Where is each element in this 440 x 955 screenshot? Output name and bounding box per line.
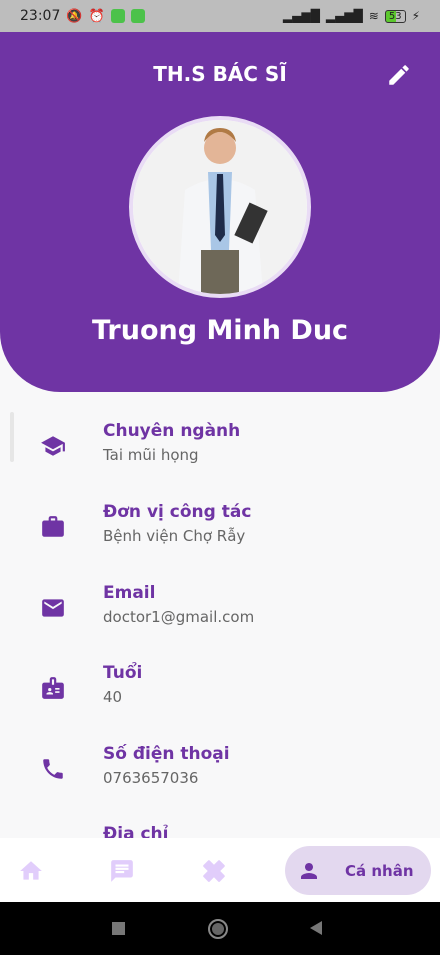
- id-badge-icon: [42, 677, 64, 699]
- item-value: Tai mũi họng: [103, 446, 199, 464]
- item-label: Tuổi: [103, 663, 143, 683]
- page-title: TH.S BÁC SĨ: [153, 62, 287, 86]
- back-button[interactable]: [310, 921, 322, 935]
- avatar: [129, 116, 311, 298]
- info-item-email: Email doctor1@gmail.com: [0, 583, 440, 643]
- battery-icon: 53: [384, 9, 406, 23]
- edit-icon[interactable]: [386, 62, 412, 88]
- chat-icon[interactable]: [109, 858, 135, 884]
- wifi-icon: ≋: [368, 9, 379, 23]
- home-icon[interactable]: [18, 858, 44, 884]
- info-item-phone: Số điện thoại 0763657036: [0, 744, 440, 804]
- item-value: Bệnh viện Chợ Rẫy: [103, 527, 246, 545]
- item-value: 40: [103, 688, 123, 706]
- alarm-icon: ⏰: [88, 8, 105, 24]
- home-button[interactable]: [208, 919, 228, 939]
- nav-profile-button[interactable]: Cá nhân: [285, 846, 431, 895]
- charging-icon: ⚡: [411, 9, 420, 23]
- info-item-age: Tuổi 40: [0, 663, 440, 723]
- item-label: Số điện thoại: [103, 744, 230, 764]
- bottom-navigation: Cá nhân: [0, 838, 440, 902]
- graduation-cap-icon: [41, 436, 65, 456]
- app-notification-icon: [130, 9, 145, 23]
- status-time: 23:07: [20, 8, 61, 24]
- info-item-specialty: Chuyên ngành Tai mũi họng: [0, 421, 440, 481]
- status-bar: 23:07 🔕 ⏰ ▂▄▆█ ▂▄▆█ ≋ 53 ⚡: [0, 0, 440, 32]
- profile-header: TH.S BÁC SĨ Truong Minh Duc: [0, 32, 440, 392]
- system-navigation-bar: [0, 902, 440, 955]
- item-label: Chuyên ngành: [103, 421, 241, 441]
- doctor-name: Truong Minh Duc: [91, 315, 349, 346]
- phone-icon: [43, 759, 63, 779]
- bandage-icon[interactable]: [201, 858, 227, 884]
- info-item-workplace: Đơn vị công tác Bệnh viện Chợ Rẫy: [0, 502, 440, 562]
- email-icon: [42, 599, 64, 617]
- briefcase-icon: [42, 516, 64, 537]
- mute-icon: 🔕: [66, 8, 83, 24]
- recents-button[interactable]: [112, 922, 125, 935]
- doctor-photo: [133, 120, 307, 294]
- item-label: Đơn vị công tác: [103, 502, 252, 522]
- app-notification-icon: [110, 9, 125, 23]
- item-value: 0763657036: [103, 769, 199, 787]
- nav-profile-label: Cá nhân: [345, 861, 414, 880]
- signal-icon: ▂▄▆█: [282, 9, 320, 23]
- item-label: Email: [103, 583, 156, 603]
- item-value: doctor1@gmail.com: [103, 608, 255, 626]
- person-icon: [301, 862, 317, 879]
- signal-icon: ▂▄▆█: [325, 9, 363, 23]
